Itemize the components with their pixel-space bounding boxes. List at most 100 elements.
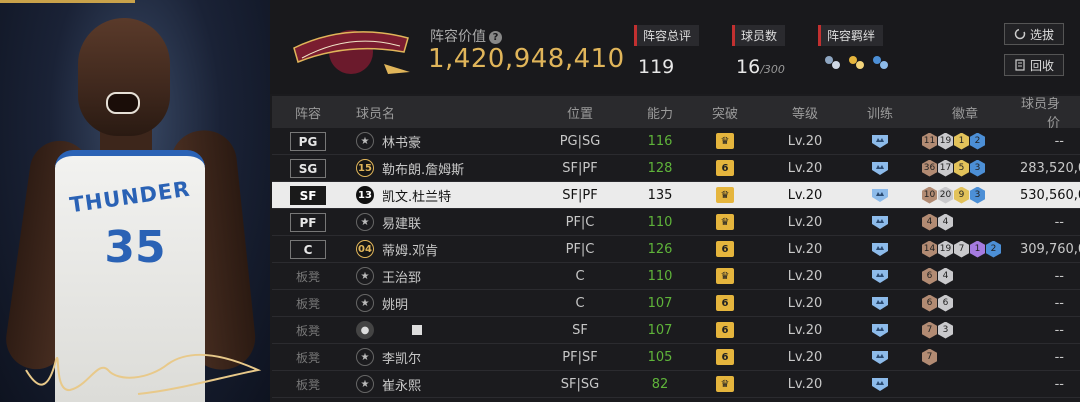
player-tier-badge: 15 — [356, 159, 374, 177]
crown-icon[interactable]: ♛ — [716, 376, 734, 392]
badge-hex-icon[interactable]: 1 — [954, 132, 969, 150]
cell-lineup: 板凳 — [272, 268, 344, 285]
crown-icon[interactable]: ♛ — [716, 268, 734, 284]
stat-player-count-label: 球员数 — [732, 25, 786, 46]
badge-hex-icon[interactable]: 7 — [922, 348, 937, 366]
table-row[interactable]: SG 15 勒布朗.詹姆斯 SF|PF 128 6 Lv.20 36 17 5 3 28… — [272, 155, 1080, 182]
col-header-position[interactable]: 位置 — [530, 103, 630, 122]
train-icon[interactable] — [871, 376, 889, 392]
badge-hex-icon[interactable]: 6 — [922, 294, 937, 312]
cell-level: Lv.20 — [787, 376, 823, 392]
train-icon[interactable] — [871, 214, 889, 230]
col-header-worth[interactable]: 球员身价 — [1020, 93, 1080, 131]
player-name[interactable]: 蒂姆.邓肯 — [382, 240, 438, 259]
badge-hex-icon[interactable]: 14 — [922, 240, 937, 258]
badge-hex-icon[interactable]: 7 — [954, 240, 969, 258]
table-row[interactable]: PF ★ 易建联 PF|C 110 ♛ Lv.20 44 -- — [272, 209, 1080, 236]
lineup-header: 阵容价值? 1,420,948,410 阵容总评 119 球员数 16/300 … — [270, 0, 1080, 94]
player-name[interactable]: 勒布朗.詹姆斯 — [382, 159, 464, 178]
cell-level: Lv.20 — [787, 268, 823, 284]
train-icon[interactable] — [871, 187, 889, 203]
breakthrough-badge[interactable]: 6 — [716, 349, 734, 365]
cell-training — [850, 268, 910, 284]
player-name[interactable]: 王治郅 — [382, 267, 421, 286]
cell-position: SF|PF — [562, 160, 598, 176]
cell-position: PF|C — [565, 214, 595, 230]
train-icon[interactable] — [871, 133, 889, 149]
badge-hex-icon[interactable]: 6 — [922, 267, 937, 285]
badge-hex-icon[interactable]: 2 — [986, 240, 1001, 258]
cell-ability: 107 — [647, 295, 673, 311]
badge-hex-icon[interactable]: 11 — [922, 132, 937, 150]
badge-hex-icon[interactable]: 17 — [938, 159, 953, 177]
draft-button[interactable]: 选拔 — [1004, 23, 1064, 45]
player-name[interactable]: 易建联 — [382, 213, 421, 232]
col-header-level[interactable]: 等级 — [760, 103, 850, 122]
badge-hex-icon[interactable]: 36 — [922, 159, 937, 177]
col-header-lineup[interactable]: 阵容 — [272, 103, 344, 122]
badge-hex-icon[interactable]: 9 — [954, 186, 969, 204]
col-header-name[interactable]: 球员名 — [344, 103, 530, 122]
question-icon[interactable]: ? — [489, 31, 502, 44]
player-name[interactable]: 姚明 — [382, 294, 408, 313]
star-icon: ★ — [356, 294, 374, 312]
badge-hex-icon[interactable]: 2 — [970, 132, 985, 150]
table-row[interactable]: PG ★ 林书豪 PG|SG 116 ♛ Lv.20 11 19 1 2 -- — [272, 128, 1080, 155]
badge-hex-icon[interactable]: 7 — [922, 321, 937, 339]
table-row[interactable]: 板凳 ★ 崔永熙 SF|SG 82 ♛ Lv.20 -- — [272, 371, 1080, 398]
table-row[interactable]: 板凳 ★ 李凯尔 PF|SF 105 6 Lv.20 7 -- — [272, 344, 1080, 371]
badge-hex-icon[interactable]: 4 — [922, 213, 937, 231]
player-name[interactable]: 崔永熙 — [382, 375, 421, 394]
breakthrough-badge[interactable]: 6 — [716, 322, 734, 338]
train-icon[interactable] — [871, 322, 889, 338]
badge-hex-icon[interactable]: 10 — [922, 186, 937, 204]
train-icon[interactable] — [871, 160, 889, 176]
badge-hex-icon[interactable]: 4 — [938, 213, 953, 231]
bond-icon-2[interactable] — [846, 54, 866, 72]
breakthrough-badge[interactable]: 6 — [716, 241, 734, 257]
bench-label: 板凳 — [295, 269, 320, 284]
col-header-training[interactable]: 训练 — [850, 103, 910, 122]
cell-name: 15 勒布朗.詹姆斯 — [344, 159, 530, 178]
table-row[interactable]: SF 13 凯文.杜兰特 SF|PF 135 ♛ Lv.20 10 20 9 3 530… — [272, 182, 1080, 209]
player-name[interactable]: 凯文.杜兰特 — [382, 186, 451, 205]
table-row[interactable]: 板凳 ★ 姚明 C 107 6 Lv.20 66 -- — [272, 290, 1080, 317]
train-icon[interactable] — [871, 349, 889, 365]
train-icon[interactable] — [871, 295, 889, 311]
cell-lineup: 板凳 — [272, 322, 344, 339]
crown-icon[interactable]: ♛ — [716, 133, 734, 149]
table-row[interactable]: 板凳 ● SF 107 6 Lv.20 73 -- — [272, 317, 1080, 344]
col-header-ability[interactable]: 能力 — [630, 103, 690, 122]
table-row[interactable]: C 04 蒂姆.邓肯 PF|C 126 6 Lv.20 14 19 7 1 2 309,7… — [272, 236, 1080, 263]
train-icon[interactable] — [871, 268, 889, 284]
crown-icon[interactable]: ♛ — [716, 214, 734, 230]
badge-hex-icon[interactable]: 3 — [970, 186, 985, 204]
col-header-breakthrough[interactable]: 突破 — [690, 103, 760, 122]
badge-hex-icon[interactable]: 20 — [938, 186, 953, 204]
badge-hex-icon[interactable]: 19 — [938, 240, 953, 258]
badge-hex-icon[interactable]: 19 — [938, 132, 953, 150]
table-row[interactable]: 板凳 ★ 王治郅 C 110 ♛ Lv.20 64 -- — [272, 263, 1080, 290]
cell-level: Lv.20 — [787, 187, 823, 203]
col-header-badges[interactable]: 徽章 — [910, 103, 1020, 122]
train-icon[interactable] — [871, 241, 889, 257]
badge-hex-icon[interactable]: 5 — [954, 159, 969, 177]
table-body: PG ★ 林书豪 PG|SG 116 ♛ Lv.20 11 19 1 2 -- SG 1… — [272, 128, 1080, 398]
lineup-slot-tag: SF — [290, 185, 326, 205]
crown-icon[interactable]: ♛ — [716, 187, 734, 203]
badge-hex-icon[interactable]: 3 — [938, 321, 953, 339]
bond-icon-3[interactable] — [870, 54, 890, 72]
stat-bonds-label: 阵容羁绊 — [818, 25, 884, 46]
badge-hex-icon[interactable]: 1 — [970, 240, 985, 258]
bond-icon-1[interactable] — [822, 54, 842, 72]
cell-breakthrough: 6 — [690, 322, 760, 338]
player-name[interactable]: 李凯尔 — [382, 348, 421, 367]
breakthrough-badge[interactable]: 6 — [716, 295, 734, 311]
player-name[interactable]: 林书豪 — [382, 132, 421, 151]
recycle-button[interactable]: 回收 — [1004, 54, 1064, 76]
badge-hex-icon[interactable]: 4 — [938, 267, 953, 285]
stat-player-count-max: /300 — [760, 63, 785, 76]
breakthrough-badge[interactable]: 6 — [716, 160, 734, 176]
badge-hex-icon[interactable]: 3 — [970, 159, 985, 177]
badge-hex-icon[interactable]: 6 — [938, 294, 953, 312]
